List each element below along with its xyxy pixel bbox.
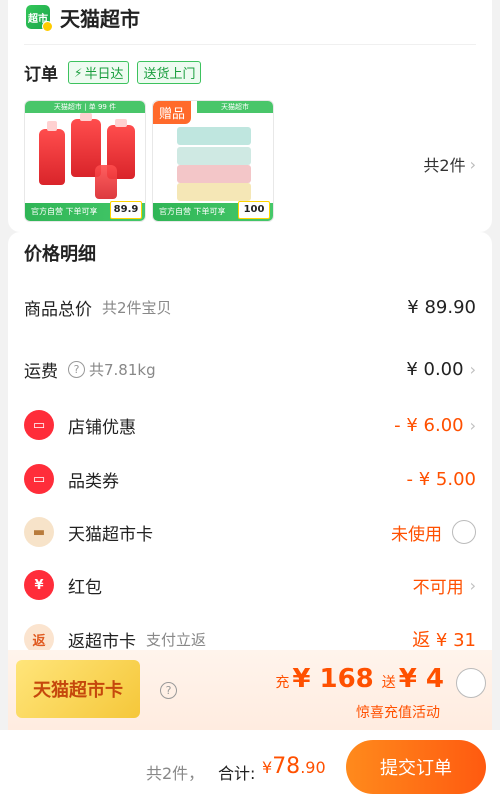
red-envelope-icon: ¥ bbox=[24, 570, 54, 600]
row-label: 商品总价 bbox=[24, 299, 92, 320]
card-icon: ▬ bbox=[24, 517, 54, 547]
total-amount: ¥ 78 .90 bbox=[262, 754, 326, 779]
product-thumbnails[interactable]: 天猫超市 | 单 99 件 官方自营 下单可享 89.9 赠品 天猫超市 官方自… bbox=[24, 100, 274, 222]
shipping-value: ¥ 0.00 bbox=[406, 358, 464, 380]
product-thumb-tissue[interactable]: 赠品 天猫超市 官方自营 下单可享 100 bbox=[152, 100, 274, 222]
goods-total-value: ¥ 89.90 bbox=[407, 296, 476, 318]
chevron-right-icon: › bbox=[469, 575, 476, 595]
product-price: 89.9 bbox=[110, 201, 142, 219]
row-sub: 支付立返 bbox=[146, 630, 207, 649]
item-count: 共2件 bbox=[423, 156, 466, 175]
store-header[interactable]: 超市 天猫超市 bbox=[26, 4, 140, 32]
product-price: 100 bbox=[238, 201, 270, 219]
gift-badge: 赠品 bbox=[153, 101, 192, 124]
red-envelope-value: 不可用 bbox=[412, 577, 464, 598]
row-label: 天猫超市卡 bbox=[68, 524, 153, 545]
submit-order-button[interactable]: 提交订单 bbox=[346, 740, 486, 794]
store-logo: 超市 bbox=[26, 5, 53, 32]
delivery-tag-door: 送货上门 bbox=[137, 61, 202, 84]
promo-offer: 充 ¥ 168 送 ¥ 4 bbox=[275, 664, 444, 694]
rebate-value: 返 ¥ 31 bbox=[412, 630, 476, 651]
gift-amount: ¥ 4 bbox=[398, 664, 444, 694]
checkout-bar: 共2件， 合计: ¥ 78 .90 提交订单 bbox=[0, 730, 500, 800]
product-banner: 天猫超市 | 单 99 件 bbox=[25, 101, 145, 113]
row-label: 运费 bbox=[24, 361, 58, 382]
recharge-promo-bar[interactable]: 天猫超市卡 ? 充 ¥ 168 送 ¥ 4 惊喜充值活动 bbox=[8, 650, 492, 730]
row-store-discount[interactable]: ▭ 店铺优惠 - ¥ 6.00 › bbox=[24, 410, 476, 440]
row-label: 品类券 bbox=[68, 471, 119, 492]
chevron-right-icon: › bbox=[469, 415, 476, 435]
chevron-right-icon: › bbox=[469, 359, 476, 379]
charge-amount: ¥ 168 bbox=[292, 664, 374, 694]
question-icon[interactable]: ? bbox=[68, 360, 85, 378]
section-title: 价格明细 bbox=[24, 244, 96, 265]
item-count-link[interactable]: 共2件 › bbox=[423, 152, 476, 176]
row-shipping[interactable]: 运费 ? 共7.81kg ¥ 0.00 › bbox=[24, 354, 476, 384]
divider bbox=[24, 44, 476, 45]
price-detail-card: 价格明细 商品总价 共2件宝贝 ¥ 89.90 运费 ? 共7.81kg ¥ 0… bbox=[8, 232, 492, 662]
supermarket-card-radio[interactable] bbox=[452, 520, 476, 544]
row-label: 红包 bbox=[68, 577, 102, 598]
row-category-coupon[interactable]: ▭ 品类券 - ¥ 5.00 bbox=[24, 464, 476, 494]
total-label: 合计: bbox=[218, 764, 256, 783]
row-red-envelope[interactable]: ¥ 红包 不可用 › bbox=[24, 570, 476, 600]
category-coupon-value: - ¥ 5.00 bbox=[406, 468, 476, 490]
store-card: 超市 天猫超市 订单 ⚡ 半日达 送货上门 天猫超市 | 单 99 件 官方自营… bbox=[8, 0, 492, 232]
row-goods-total: 商品总价 共2件宝贝 ¥ 89.90 bbox=[24, 292, 476, 322]
row-sub: 共2件宝贝 bbox=[102, 298, 172, 317]
coupon-icon: ▭ bbox=[24, 464, 54, 494]
product-thumb-detergent[interactable]: 天猫超市 | 单 99 件 官方自营 下单可享 89.9 bbox=[24, 100, 146, 222]
supermarket-card-value: 未使用 bbox=[391, 524, 442, 545]
lightning-icon: ⚡ bbox=[74, 65, 83, 80]
coupon-icon: ▭ bbox=[24, 410, 54, 440]
supermarket-card-thumb: 天猫超市卡 bbox=[16, 660, 140, 718]
row-label: 返超市卡 bbox=[68, 631, 136, 652]
row-sub: 共7.81kg bbox=[89, 360, 156, 379]
chevron-right-icon: › bbox=[469, 154, 476, 174]
promo-radio[interactable] bbox=[456, 668, 486, 698]
delivery-tag-half-day: ⚡ 半日达 bbox=[68, 61, 130, 84]
question-icon[interactable]: ? bbox=[160, 682, 177, 699]
order-row: 订单 ⚡ 半日达 送货上门 bbox=[24, 60, 209, 85]
order-label: 订单 bbox=[24, 65, 58, 85]
store-name: 天猫超市 bbox=[60, 6, 140, 31]
promo-subtitle: 惊喜充值活动 bbox=[356, 705, 440, 721]
row-supermarket-card[interactable]: ▬ 天猫超市卡 未使用 bbox=[24, 517, 476, 547]
row-label: 店铺优惠 bbox=[68, 417, 136, 438]
product-banner: 天猫超市 bbox=[197, 101, 273, 113]
store-discount-value: - ¥ 6.00 bbox=[394, 414, 464, 436]
total-count: 共2件， bbox=[146, 764, 205, 783]
